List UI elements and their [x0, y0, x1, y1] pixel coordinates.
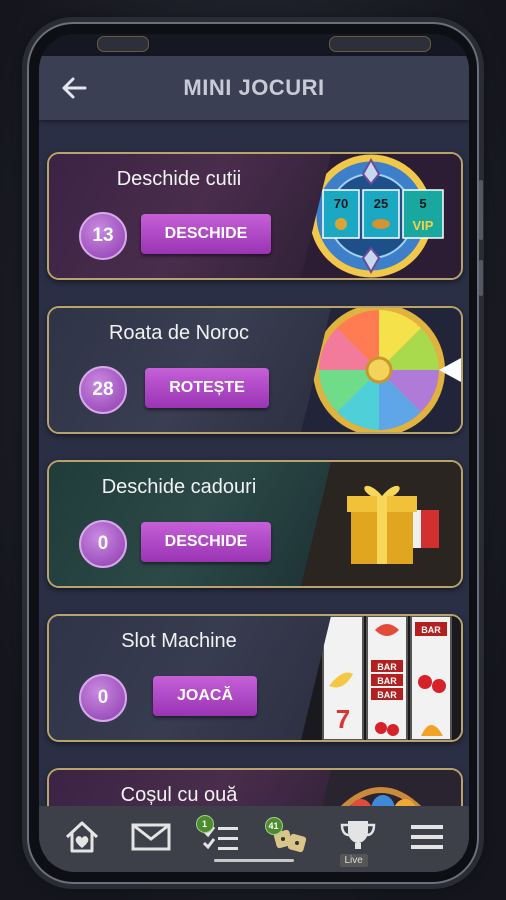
game-card-open-boxes[interactable]: Deschide cutii 13 DESCHIDE 70 25 5 VIP	[47, 152, 463, 280]
prize-value: 25	[374, 196, 388, 211]
open-boxes-button[interactable]: DESCHIDE	[141, 214, 271, 254]
svg-text:7: 7	[336, 704, 350, 734]
live-tag: Live	[339, 854, 368, 867]
reel-label: BAR	[377, 662, 397, 672]
menu-icon	[409, 822, 445, 857]
status-bar	[39, 34, 469, 56]
spin-button[interactable]: ROTEȘTE	[145, 368, 269, 408]
reel-label: BAR	[421, 625, 441, 635]
game-title: Coșul cu ouă	[120, 784, 238, 806]
game-title: Deschide cutii	[116, 168, 242, 190]
nav-menu[interactable]	[403, 815, 451, 863]
game-card-open-gifts[interactable]: Deschide cadouri 0 DESCHIDE	[47, 460, 463, 588]
notification-badge: 1	[195, 815, 214, 833]
prize-value: 70	[334, 196, 348, 211]
open-gifts-button[interactable]: DESCHIDE	[141, 522, 271, 562]
play-button[interactable]: JOACĂ	[153, 676, 257, 716]
game-card-wheel-of-fortune[interactable]: Roata de Noroc 28 ROTEȘTE	[47, 306, 463, 434]
notification-badge: 41	[264, 817, 283, 835]
reel-label: BAR	[377, 676, 397, 686]
nav-tournaments[interactable]: Live	[334, 815, 382, 867]
nav-home[interactable]	[58, 815, 106, 863]
top-bar: MINI JOCURI	[39, 56, 469, 120]
app-screen: MINI JOCURI Deschide cutii 13 DESCHIDE 7…	[39, 34, 469, 872]
mail-icon	[131, 822, 171, 857]
reel-label: BAR	[377, 690, 397, 700]
page-title: MINI JOCURI	[183, 75, 325, 100]
home-heart-icon	[62, 817, 102, 862]
home-indicator	[214, 859, 294, 862]
nav-games[interactable]: 41	[264, 815, 313, 863]
bottom-nav: 1 41 Live	[39, 806, 469, 872]
game-title: Roata de Noroc	[108, 322, 250, 344]
count-badge: 28	[79, 366, 127, 414]
status-decoration	[329, 36, 431, 52]
games-list: Deschide cutii 13 DESCHIDE 70 25 5 VIP R…	[47, 152, 463, 872]
back-arrow-icon[interactable]	[61, 76, 87, 100]
nav-tasks[interactable]: 1	[195, 815, 244, 863]
status-decoration	[97, 36, 149, 52]
prize-label: VIP	[413, 218, 434, 233]
nav-messages[interactable]	[127, 815, 175, 863]
prize-value: 5	[419, 196, 426, 211]
game-card-slot-machine[interactable]: Slot Machine 0 JOACĂ 7 BAR BAR BAR BAR	[47, 614, 463, 742]
game-title: Slot Machine	[121, 630, 237, 652]
game-title: Deschide cadouri	[101, 476, 257, 498]
volume-button	[479, 180, 483, 240]
count-badge: 0	[79, 674, 127, 722]
count-badge: 0	[79, 520, 127, 568]
power-button	[479, 260, 483, 296]
count-badge: 13	[79, 212, 127, 260]
